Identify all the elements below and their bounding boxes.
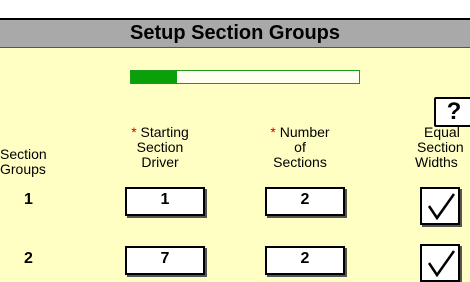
equal-widths-checkbox[interactable] [420, 187, 460, 225]
col-header-number-of-sections: * Number of Sections [270, 124, 330, 170]
checkmark-icon [427, 193, 456, 221]
help-button[interactable]: ? [434, 97, 470, 127]
number-of-sections-input[interactable]: 2 [265, 187, 345, 216]
group-number: 1 [24, 191, 33, 208]
top-strip [0, 0, 470, 20]
checkmark-icon [427, 250, 456, 278]
starting-driver-input[interactable]: 1 [125, 187, 205, 216]
number-of-sections-input[interactable]: 2 [265, 246, 345, 275]
page-title: Setup Section Groups [0, 20, 470, 48]
col-header-equal-widths: Equal Section Widths [415, 124, 464, 170]
group-number: 2 [24, 250, 33, 267]
progress-bar [130, 70, 360, 84]
col-header-starting-driver: * Starting Section Driver [131, 124, 189, 170]
required-marker: * [131, 124, 137, 140]
col-header-section-groups: Section Groups [0, 146, 47, 177]
required-marker: * [270, 124, 276, 140]
starting-driver-input[interactable]: 7 [125, 246, 205, 275]
equal-widths-checkbox[interactable] [420, 244, 460, 282]
progress-fill [131, 71, 177, 83]
